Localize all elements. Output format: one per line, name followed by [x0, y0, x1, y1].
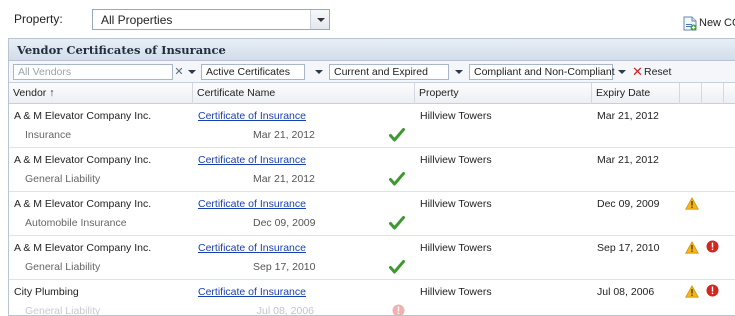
- certificate-date: Mar 21, 2012: [253, 129, 315, 141]
- property-select-value: All Properties: [101, 13, 173, 27]
- coverage-type: Insurance: [25, 129, 72, 141]
- period-dropdown-icon[interactable]: [452, 64, 466, 80]
- filter-bar: All Vendors ✕ Active Certificates Curren…: [9, 61, 735, 83]
- vendor-filter-input[interactable]: All Vendors: [13, 64, 173, 80]
- check-icon: [389, 172, 405, 186]
- certificate-link[interactable]: Certificate of Insurance: [198, 242, 306, 254]
- property-name: Hillview Towers: [420, 286, 492, 298]
- certificate-date: Mar 21, 2012: [253, 173, 315, 185]
- certificate-link[interactable]: Certificate of Insurance: [198, 286, 306, 298]
- table-row[interactable]: A & M Elevator Company Inc. General Liab…: [9, 148, 735, 192]
- coverage-type: General Liability: [25, 305, 101, 316]
- table-row[interactable]: A & M Elevator Company Inc. Automobile I…: [9, 192, 735, 236]
- period-filter-value: Current and Expired: [334, 66, 428, 78]
- vendor-name: City Plumbing: [14, 286, 79, 298]
- error-icon: [706, 240, 719, 253]
- property-select[interactable]: All Properties: [92, 9, 330, 30]
- expiry-date: Mar 21, 2012: [597, 110, 659, 122]
- coverage-type: Automobile Insurance: [25, 217, 127, 229]
- warning-icon: [685, 197, 699, 210]
- status-dropdown-icon[interactable]: [312, 64, 326, 80]
- certificate-link[interactable]: Certificate of Insurance: [198, 198, 306, 210]
- property-label: Property:: [14, 12, 63, 26]
- column-vendor[interactable]: Vendor ↑: [9, 83, 193, 104]
- compliance-dropdown-icon[interactable]: [615, 64, 629, 80]
- expiry-date: Jul 08, 2006: [597, 286, 655, 298]
- table-row[interactable]: A & M Elevator Company Inc. Insurance Ce…: [9, 104, 735, 148]
- vendor-name: A & M Elevator Company Inc.: [14, 154, 152, 166]
- status-filter-value: Active Certificates: [206, 66, 291, 78]
- coverage-type: General Liability: [25, 261, 101, 273]
- column-error: [702, 83, 724, 104]
- property-toolbar: Property: All Properties New CO: [0, 0, 735, 36]
- vendor-name: A & M Elevator Company Inc.: [14, 110, 152, 122]
- property-name: Hillview Towers: [420, 110, 492, 122]
- reset-label: Reset: [644, 66, 672, 78]
- clear-vendor-icon[interactable]: ✕: [173, 64, 185, 80]
- reset-x-icon: ✕: [632, 64, 643, 79]
- new-certificate-button[interactable]: New CO: [682, 14, 735, 34]
- check-icon: [389, 216, 405, 230]
- coverage-type: General Liability: [25, 173, 101, 185]
- error-icon: [392, 304, 405, 315]
- property-name: Hillview Towers: [420, 242, 492, 254]
- table-row[interactable]: City Plumbing General Liability Certific…: [9, 280, 735, 316]
- property-name: Hillview Towers: [420, 154, 492, 166]
- warning-icon: [685, 241, 699, 254]
- column-property-label: Property: [419, 87, 459, 99]
- expiry-date: Mar 21, 2012: [597, 154, 659, 166]
- certificate-date: Dec 09, 2009: [253, 217, 316, 229]
- expiry-date: Sep 17, 2010: [597, 242, 660, 254]
- vendor-name: A & M Elevator Company Inc.: [14, 198, 152, 210]
- chevron-down-icon[interactable]: [310, 10, 329, 29]
- table-row[interactable]: A & M Elevator Company Inc. General Liab…: [9, 236, 735, 280]
- expiry-date: Dec 09, 2009: [597, 198, 660, 210]
- new-document-icon: [683, 16, 697, 31]
- column-vendor-label: Vendor ↑: [13, 87, 55, 99]
- check-icon: [389, 128, 405, 142]
- column-warning: [680, 83, 702, 104]
- warning-icon: [685, 285, 699, 298]
- certificate-link[interactable]: Certificate of Insurance: [198, 154, 306, 166]
- vendor-dropdown-icon[interactable]: [185, 64, 199, 80]
- period-filter-select[interactable]: Current and Expired: [329, 64, 449, 80]
- certificate-link[interactable]: Certificate of Insurance: [198, 110, 306, 122]
- column-expiry-date[interactable]: Expiry Date: [592, 83, 680, 104]
- certificate-date: Jul 08, 2006: [256, 305, 314, 316]
- panel-header: Vendor Certificates of Insurance: [9, 39, 735, 61]
- error-icon: [706, 284, 719, 297]
- status-filter-select[interactable]: Active Certificates: [201, 64, 305, 80]
- column-certificate-name[interactable]: Certificate Name: [193, 83, 415, 104]
- compliance-filter-value: Compliant and Non-Compliant: [474, 66, 615, 78]
- certificate-date: Sep 17, 2010: [253, 261, 316, 273]
- column-property[interactable]: Property: [415, 83, 592, 104]
- vendor-certificates-panel: Vendor Certificates of Insurance All Ven…: [8, 38, 735, 316]
- panel-title: Vendor Certificates of Insurance: [17, 43, 226, 57]
- reset-button[interactable]: ✕ Reset: [632, 64, 680, 81]
- grid-column-header: Vendor ↑ Certificate Name Property Expir…: [9, 83, 735, 104]
- property-name: Hillview Towers: [420, 198, 492, 210]
- column-expiry-label: Expiry Date: [596, 87, 651, 99]
- check-icon: [389, 260, 405, 274]
- column-certificate-label: Certificate Name: [197, 87, 276, 99]
- vendor-filter-placeholder: All Vendors: [18, 66, 72, 78]
- compliance-filter-select[interactable]: Compliant and Non-Compliant: [469, 64, 615, 80]
- vendor-name: A & M Elevator Company Inc.: [14, 242, 152, 254]
- new-button-label: New CO: [699, 17, 735, 29]
